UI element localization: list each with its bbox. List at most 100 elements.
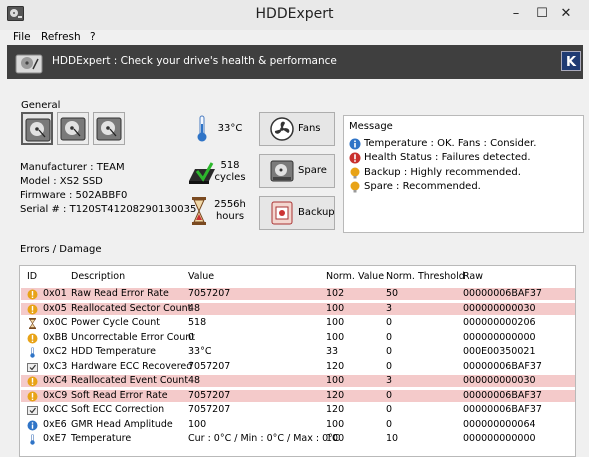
cell-thresh: 10	[386, 433, 399, 444]
thermometer-icon	[30, 347, 35, 358]
errors-table[interactable]: ID Description Value Norm. Value Norm. T…	[19, 265, 576, 457]
about-icon[interactable]: K	[561, 51, 581, 71]
table-row[interactable]: 0xC3 Hardware ECC Recovered 7057207 120 0 000…	[21, 360, 575, 373]
cell-desc: Hardware ECC Recovered	[71, 360, 193, 372]
cell-id: 0xC9	[43, 389, 68, 401]
cell-thresh: 3	[386, 375, 393, 386]
menu-help[interactable]: ?	[90, 30, 96, 44]
general-label: General	[21, 100, 61, 111]
cell-raw: 000000000000	[463, 331, 536, 343]
cell-thresh: 50	[386, 288, 399, 299]
message-item: Temperature : OK. Fans : Consider.	[349, 137, 536, 151]
cell-norm: 120	[326, 389, 345, 401]
cell-value: Cur : 0°C / Min : 0°C / Max : 0°C	[188, 433, 340, 444]
cell-value: 7057207	[188, 288, 231, 299]
temperature-value: 33°C	[217, 123, 243, 134]
warning-icon	[27, 333, 38, 343]
cell-desc: Soft ECC Correction	[71, 404, 165, 415]
column-header[interactable]: Value	[188, 271, 214, 283]
table-row[interactable]: 0xE6 GMR Head Amplitude 100 100 0 00000000006…	[21, 418, 575, 431]
table-header: ID Description Value Norm. Value Norm. T…	[21, 271, 575, 283]
table-row[interactable]: 0x0C Power Cycle Count 518 100 0 000000000206	[21, 317, 575, 329]
column-header[interactable]: Raw	[463, 271, 483, 283]
ecc-icon	[27, 362, 38, 372]
error-icon	[349, 152, 361, 164]
cell-raw: 000E00350021	[463, 346, 536, 357]
warning-icon	[27, 376, 38, 387]
spare-button[interactable]: Spare	[259, 154, 335, 188]
cell-value: 7057207	[188, 404, 231, 415]
banner-tagline: HDDExpert : Check your drive's health & …	[52, 55, 337, 67]
menu-file[interactable]: File	[13, 30, 31, 44]
menu-refresh[interactable]: Refresh	[41, 30, 81, 44]
cell-desc: Soft Read Error Rate	[71, 389, 168, 401]
cell-desc: Reallocated Sector Count	[71, 302, 192, 314]
hours-value: 2556h	[214, 199, 246, 210]
cell-value: 0	[188, 331, 195, 343]
fans-button[interactable]: Fans	[259, 112, 335, 146]
cell-raw: 00000006BAF37	[463, 360, 542, 372]
cell-raw: 000000000030	[463, 375, 536, 386]
table-row[interactable]: 0xC9 Soft Read Error Rate 7057207 120 0 00000…	[21, 389, 575, 402]
table-row[interactable]: 0xC4 Reallocated Event Count 48 100 3 0000000…	[21, 375, 575, 387]
column-header[interactable]: ID	[27, 271, 37, 283]
hours-unit: hours	[215, 211, 245, 222]
column-header[interactable]: Norm. Threshold	[386, 271, 465, 283]
message-text: Spare : Recommended.	[364, 181, 481, 192]
cell-norm: 100	[326, 375, 345, 386]
hdd-logo-icon	[15, 54, 43, 74]
cell-desc: GMR Head Amplitude	[71, 418, 173, 430]
table-row[interactable]: 0x01 Raw Read Error Rate 7057207 102 50 00000…	[21, 288, 575, 300]
cell-raw: 000000000000	[463, 433, 536, 444]
drive-button-3[interactable]	[93, 112, 125, 145]
cell-desc: HDD Temperature	[71, 346, 156, 357]
cell-thresh: 0	[386, 346, 393, 357]
svg-text:K: K	[566, 55, 577, 70]
column-header[interactable]: Norm. Value	[326, 271, 384, 283]
manufacturer-text: Manufacturer : TEAM	[20, 162, 125, 173]
cell-id: 0xCC	[43, 404, 68, 415]
model-text: Model : XS2 SSD	[20, 176, 103, 187]
table-row[interactable]: 0x05 Reallocated Sector Count 48 100 3 000000…	[21, 302, 575, 315]
info-icon	[27, 420, 38, 430]
cell-thresh: 0	[386, 360, 393, 372]
errors-label: Errors / Damage	[20, 244, 102, 255]
table-row[interactable]: 0xE7 Temperature Cur : 0°C / Min : 0°C / M…	[21, 433, 575, 445]
spare-drive-icon	[270, 160, 294, 182]
table-row[interactable]: 0xCC Soft ECC Correction 7057207 120 0 000000…	[21, 404, 575, 416]
cell-raw: 000000000064	[463, 418, 536, 430]
cell-norm: 100	[326, 331, 345, 343]
hard-drive-icon	[60, 117, 86, 141]
window-title: HDDExpert	[255, 6, 334, 22]
table-row[interactable]: 0xBB Uncorrectable Error Count 0 100 0 000000…	[21, 331, 575, 344]
cell-id: 0xE6	[43, 418, 67, 430]
cell-id: 0x05	[43, 302, 67, 314]
cell-norm: 100	[326, 418, 345, 430]
cell-value: 518	[188, 317, 207, 328]
cycles-unit: cycles	[214, 172, 246, 183]
cell-raw: 00000006BAF37	[463, 389, 542, 401]
cell-norm: 120	[326, 360, 345, 372]
table-row[interactable]: 0xC2 HDD Temperature 33°C 33 0 000E00350021	[21, 346, 575, 358]
cell-value: 7057207	[188, 360, 231, 372]
column-header[interactable]: Description	[71, 271, 125, 283]
cell-norm: 33	[326, 346, 339, 357]
cell-norm: 100	[326, 302, 345, 314]
drive-button-2[interactable]	[57, 112, 89, 145]
cycles-value: 518	[220, 160, 240, 171]
hard-drive-icon	[25, 118, 51, 142]
cell-norm: 100	[326, 433, 345, 444]
minimize-button[interactable]: –	[503, 0, 529, 30]
cell-thresh: 3	[386, 302, 393, 314]
cell-thresh: 0	[386, 404, 393, 415]
ecc-icon	[27, 406, 38, 415]
cell-raw: 00000006BAF37	[463, 404, 542, 415]
close-button[interactable]: ✕	[543, 0, 589, 30]
backup-button[interactable]: Backup	[259, 196, 335, 230]
cell-raw: 00000006BAF37	[463, 288, 542, 299]
cell-desc: Uncorrectable Error Count	[71, 331, 195, 343]
drive-button-1[interactable]	[21, 112, 53, 145]
cell-value: 48	[188, 375, 201, 386]
cell-thresh: 0	[386, 317, 393, 328]
cell-raw: 000000000030	[463, 302, 536, 314]
